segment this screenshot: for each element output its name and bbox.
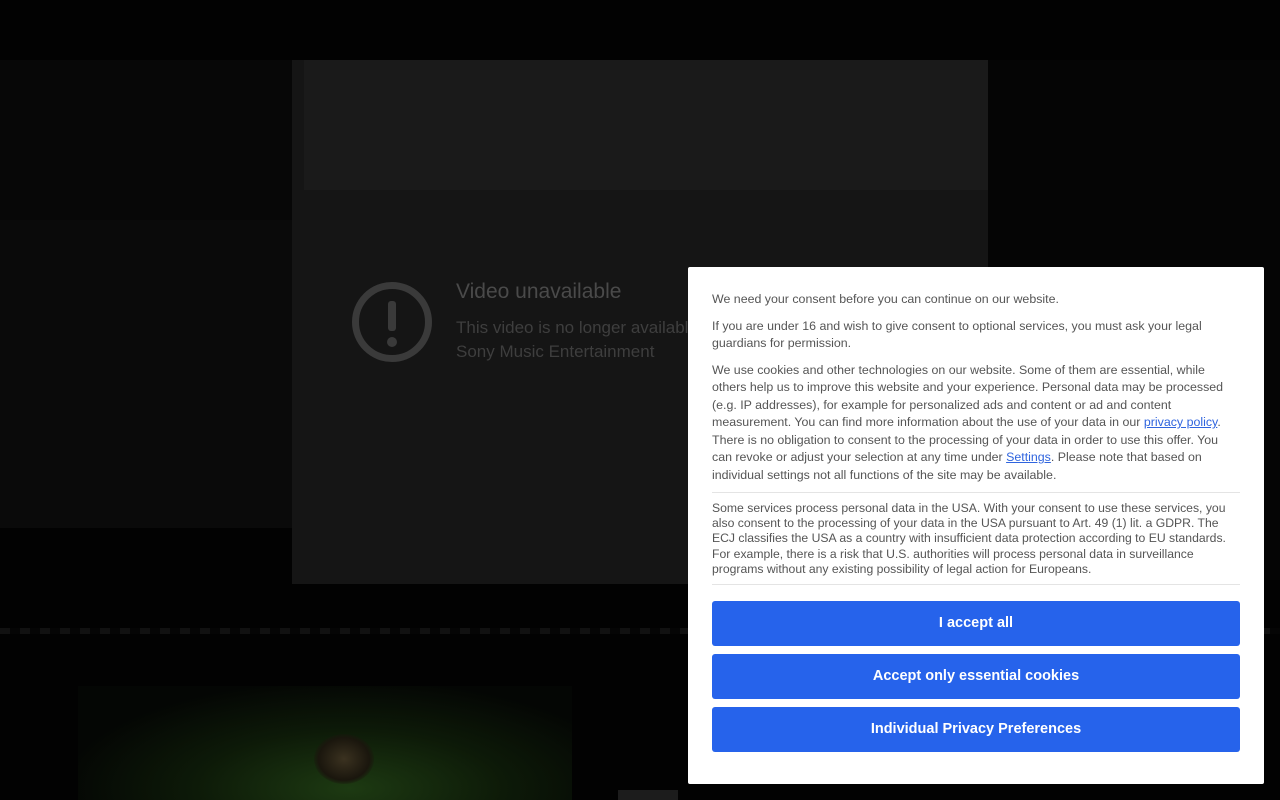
privacy-policy-link[interactable]: privacy policy (1144, 415, 1217, 429)
consent-cookies-text: We use cookies and other technologies on… (712, 362, 1240, 485)
video-error-message: This video is no longer available Sony M… (456, 316, 696, 364)
partial-heading (618, 790, 678, 800)
video-error-line: This video is no longer available (456, 318, 696, 337)
artist-image (78, 686, 572, 800)
consent-usa-notice: Some services process personal data in t… (712, 501, 1226, 576)
consent-intro: We need your consent before you can cont… (712, 292, 1059, 306)
video-header-area (304, 60, 988, 190)
video-error-title: Video unavailable (456, 280, 622, 303)
background-panel (0, 60, 292, 220)
artist-figure (314, 734, 374, 784)
consent-under16: If you are under 16 and wish to give con… (712, 318, 1202, 351)
background-panel (0, 220, 292, 528)
settings-link[interactable]: Settings (1006, 450, 1051, 464)
consent-dialog: We need your consent before you can cont… (688, 267, 1264, 784)
video-error-owner: Sony Music Entertainment (456, 342, 655, 361)
privacy-preferences-button[interactable]: Individual Privacy Preferences (712, 707, 1240, 753)
alert-circle-icon (352, 282, 432, 362)
accept-essential-button[interactable]: Accept only essential cookies (712, 654, 1240, 700)
divider (712, 584, 1240, 586)
page: Video unavailable This video is no longe… (0, 0, 1280, 800)
accept-all-button[interactable]: I accept all (712, 601, 1240, 647)
divider (712, 492, 1240, 493)
